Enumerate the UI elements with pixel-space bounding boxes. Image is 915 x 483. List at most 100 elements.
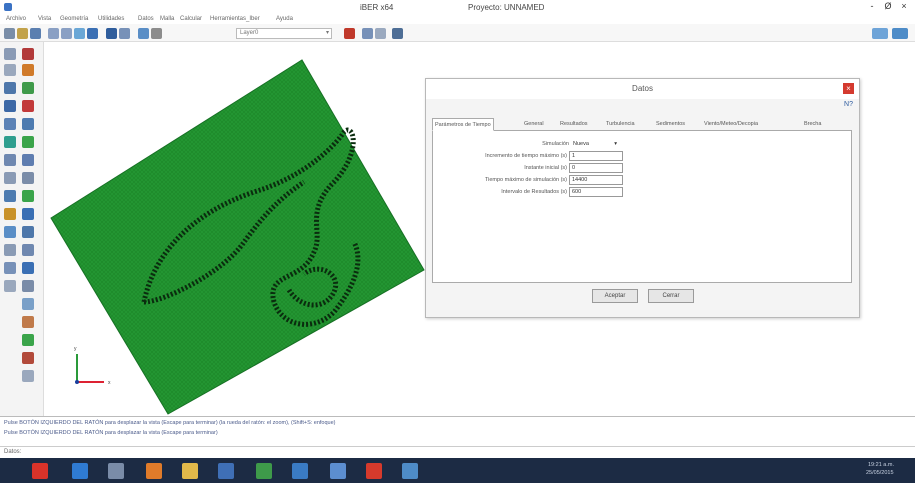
app-task-icon[interactable] [402, 463, 418, 479]
dialog-close-button[interactable]: × [843, 83, 854, 94]
right-toolbar-icon-1[interactable] [872, 28, 888, 39]
open-icon[interactable] [17, 28, 28, 39]
save-icon[interactable] [30, 28, 41, 39]
zoom-frame-icon[interactable] [61, 28, 72, 39]
word-icon[interactable] [218, 463, 234, 479]
menu-item-malla[interactable]: Malla [160, 16, 174, 22]
menu-item-vista[interactable]: Vista [38, 16, 51, 22]
intersect-icon[interactable] [22, 154, 34, 166]
rotate-icon[interactable] [87, 28, 98, 39]
datos-dialog: Datos × N? Parámetros de Tiempo General … [425, 78, 860, 318]
list-icon[interactable] [22, 298, 34, 310]
office-icon[interactable] [146, 463, 162, 479]
copy-icon[interactable] [4, 118, 16, 130]
chevron-down-icon: ▾ [614, 141, 617, 147]
field-row: Incremento de tiempo máximo (s) [433, 151, 567, 162]
menu-item-datos[interactable]: Datos [138, 16, 154, 22]
iber-task-icon[interactable] [330, 463, 346, 479]
mesh-icon[interactable] [362, 28, 373, 39]
field-row: Instante inicial (s) [433, 163, 567, 174]
grid-icon[interactable] [4, 262, 16, 274]
view-icon[interactable] [138, 28, 149, 39]
field-label: Intervalo de Resultados (s) [501, 189, 567, 195]
settings-icon[interactable] [151, 28, 162, 39]
menu-item-herramientas[interactable]: Herramientas_Iber [210, 16, 260, 22]
ie-icon[interactable] [72, 463, 88, 479]
mesh-assign-icon[interactable] [22, 136, 34, 148]
menu-item-geometria[interactable]: Geometría [60, 16, 88, 22]
generate-mesh-icon[interactable] [22, 262, 34, 274]
axis-triad: x y [74, 346, 111, 386]
tab-sedimentos[interactable]: Sedimentos [654, 118, 687, 131]
tab-parametros-tiempo[interactable]: Parámetros de Tiempo [432, 118, 494, 131]
max-simulation-time-input[interactable]: 14400 [569, 175, 623, 185]
edit-icon[interactable] [22, 64, 34, 76]
menu-item-utilidades[interactable]: Utilidades [98, 16, 124, 22]
close-window-button[interactable]: × [898, 1, 910, 13]
mirror-icon[interactable] [4, 136, 16, 148]
pan-icon[interactable] [74, 28, 85, 39]
condition-icon[interactable] [4, 208, 16, 220]
results-icon[interactable] [392, 28, 403, 39]
render-icon[interactable] [106, 28, 117, 39]
zoom-icon[interactable] [48, 28, 59, 39]
volume-icon[interactable] [22, 82, 34, 94]
tab-brecha[interactable]: Brecha [802, 118, 823, 131]
animate-icon[interactable] [22, 316, 34, 328]
bridge-icon[interactable] [22, 244, 34, 256]
minimize-button[interactable]: - [866, 1, 878, 13]
command-line[interactable]: Datos: [0, 446, 915, 458]
vector-icon[interactable] [22, 280, 34, 292]
tab-viento[interactable]: Viento/Meteo/Decopia [702, 118, 760, 131]
search-app-icon[interactable] [292, 463, 308, 479]
divide-icon[interactable] [4, 154, 16, 166]
simulation-select[interactable]: Nueva ▾ [573, 139, 617, 149]
layer-select[interactable]: Layer0 ▾ [236, 28, 332, 39]
maximize-button[interactable]: Ø [882, 1, 894, 13]
structure-icon[interactable] [4, 244, 16, 256]
menu-item-calcular[interactable]: Calcular [180, 16, 202, 22]
menu-item-ayuda[interactable]: Ayuda [276, 16, 293, 22]
dialog-help-icon[interactable]: N? [844, 101, 853, 108]
record-icon[interactable] [22, 48, 34, 60]
export-icon[interactable] [22, 334, 34, 346]
new-icon[interactable] [4, 28, 15, 39]
calculate-icon[interactable] [344, 28, 355, 39]
start-app-icon[interactable] [32, 463, 48, 479]
right-toolbar-icon-2[interactable] [892, 28, 908, 39]
help-icon[interactable] [375, 28, 386, 39]
delete-icon[interactable] [22, 100, 34, 112]
initial-time-input[interactable]: 0 [569, 163, 623, 173]
accept-button[interactable]: Aceptar [592, 289, 638, 303]
outlet-icon[interactable] [4, 226, 16, 238]
surface-icon[interactable] [4, 82, 16, 94]
folder-icon[interactable] [182, 463, 198, 479]
menu-item-archivo[interactable]: Archivo [6, 16, 26, 22]
initial-condition-icon[interactable] [22, 226, 34, 238]
pdf-icon[interactable] [366, 463, 382, 479]
dialog-tabs: Parámetros de Tiempo General Resultados … [432, 117, 852, 131]
close-button[interactable]: Cerrar [648, 289, 694, 303]
line-icon[interactable] [4, 64, 16, 76]
arc-icon[interactable] [4, 100, 16, 112]
move-icon[interactable] [22, 118, 34, 130]
svg-text:y: y [74, 346, 77, 352]
layers-icon[interactable] [119, 28, 130, 39]
point-icon[interactable] [4, 48, 16, 60]
excel-icon[interactable] [256, 463, 272, 479]
tab-general[interactable]: General [522, 118, 546, 131]
rugosity-icon[interactable] [22, 190, 34, 202]
contour-icon[interactable] [4, 280, 16, 292]
layer-icon[interactable] [22, 172, 34, 184]
tab-turbulencia[interactable]: Turbulencia [604, 118, 637, 131]
max-time-step-input[interactable]: 1 [569, 151, 623, 161]
info-icon[interactable] [22, 370, 34, 382]
boundary-icon[interactable] [4, 190, 16, 202]
collapse-icon[interactable] [4, 172, 16, 184]
stop-icon[interactable] [22, 352, 34, 364]
chevron-down-icon: ▾ [325, 30, 329, 36]
tab-resultados[interactable]: Resultados [558, 118, 590, 131]
results-interval-input[interactable]: 600 [569, 187, 623, 197]
media-icon[interactable] [108, 463, 124, 479]
inlet-icon[interactable] [22, 208, 34, 220]
